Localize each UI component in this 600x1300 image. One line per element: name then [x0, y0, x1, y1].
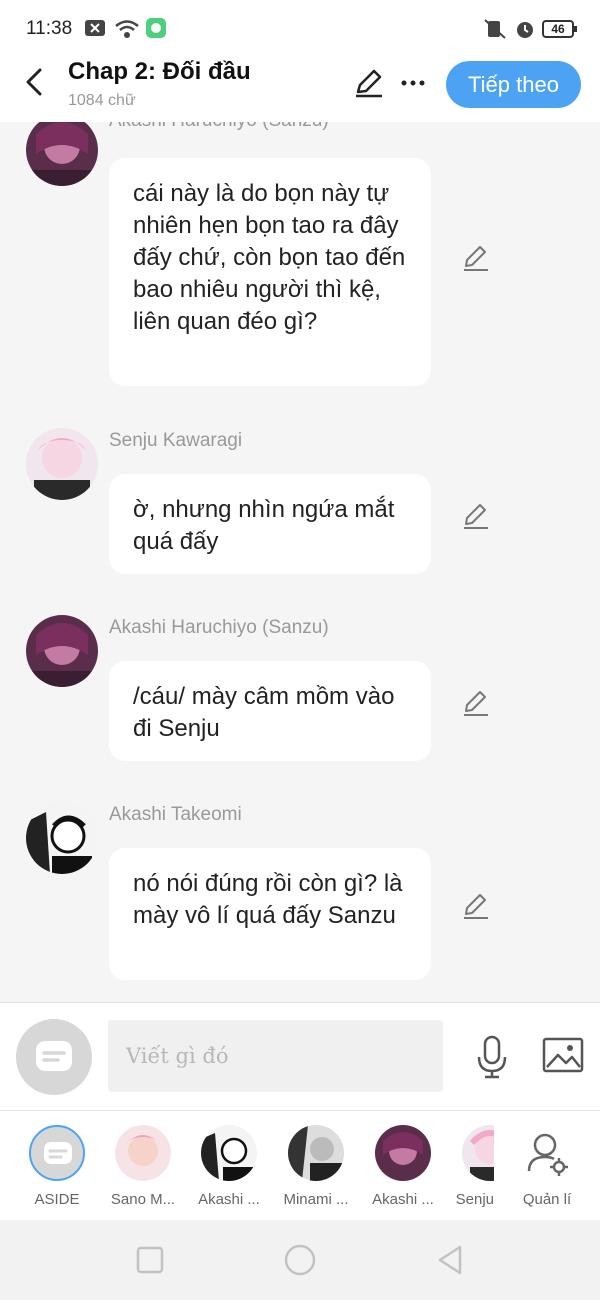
- wifi-icon: [114, 18, 140, 45]
- character-label: Senju: [455, 1191, 494, 1208]
- message-list[interactable]: Akashi Haruchiyo (Sanzu) cái này là do b…: [0, 122, 600, 1002]
- pencil-icon: [464, 894, 488, 919]
- character-minami[interactable]: Minami ...: [274, 1123, 358, 1213]
- aside-toggle-button[interactable]: [16, 1019, 92, 1095]
- avatar: [201, 1125, 257, 1181]
- message-bubble-icon: [36, 1041, 72, 1071]
- system-nav-bar: [0, 1220, 600, 1300]
- microphone-icon: [477, 1035, 507, 1079]
- character-akashi-takeomi[interactable]: Akashi ...: [187, 1123, 271, 1213]
- character-label: Akashi ...: [372, 1191, 434, 1208]
- word-count: 1084 chữ: [68, 92, 136, 109]
- more-dots-icon: [401, 80, 425, 86]
- pencil-icon: [464, 691, 488, 716]
- chapter-title: Chap 2: Đối đầu: [68, 58, 251, 85]
- message-bubble[interactable]: cái này là do bọn này tự nhiên hẹn bọn t…: [109, 158, 431, 386]
- character-label: Sano M...: [110, 1191, 176, 1208]
- message-bubble-icon: [44, 1142, 72, 1164]
- character-label: ASIDE: [34, 1191, 80, 1208]
- manage-user-icon: [519, 1125, 575, 1181]
- next-button[interactable]: Tiếp theo: [446, 61, 581, 108]
- sender-name: Akashi Takeomi: [109, 804, 242, 825]
- composer-bar: [0, 1002, 600, 1110]
- back-nav-button[interactable]: [432, 1242, 468, 1278]
- more-options-button[interactable]: [398, 68, 428, 98]
- edit-message-button[interactable]: [462, 892, 490, 920]
- manage-characters-button[interactable]: Quản lí: [505, 1123, 589, 1213]
- character-akashi-haruchiyo[interactable]: Akashi ...: [361, 1123, 445, 1213]
- recent-apps-button[interactable]: [132, 1242, 168, 1278]
- alarm-icon: [514, 18, 536, 45]
- pencil-icon: [356, 69, 382, 98]
- character-label: Quản lí: [522, 1191, 572, 1208]
- character-aside[interactable]: ASIDE: [15, 1123, 99, 1213]
- avatar: [462, 1125, 494, 1181]
- message-bubble[interactable]: /cáu/ mày câm mồm vào đi Senju: [109, 661, 431, 761]
- sender-name: Akashi Haruchiyo (Sanzu): [109, 617, 329, 638]
- back-button[interactable]: [18, 64, 50, 100]
- circle-icon: [284, 1244, 316, 1276]
- edit-message-button[interactable]: [462, 244, 490, 272]
- avatar[interactable]: [26, 122, 98, 186]
- character-senju[interactable]: Senju: [448, 1123, 494, 1213]
- square-icon: [136, 1246, 164, 1274]
- character-sano[interactable]: Sano M...: [101, 1123, 185, 1213]
- app-status-icon: [146, 18, 166, 43]
- mute-icon: [482, 18, 508, 45]
- back-arrow-icon: [26, 68, 42, 96]
- battery-indicator: 46: [542, 20, 577, 38]
- character-strip: ASIDE Sano M... Akashi ... Minami ... Ak…: [0, 1110, 600, 1220]
- pencil-icon: [464, 504, 488, 529]
- message-bubble[interactable]: ờ, nhưng nhìn ngứa mắt quá đấy: [109, 474, 431, 574]
- chapter-header: Chap 2: Đối đầu 1084 chữ Tiếp theo: [0, 56, 600, 122]
- edit-chapter-button[interactable]: [354, 68, 384, 98]
- avatar: [115, 1125, 171, 1181]
- avatar[interactable]: [26, 428, 98, 500]
- pencil-icon: [464, 246, 488, 271]
- edit-message-button[interactable]: [462, 689, 490, 717]
- status-bar: 11:38 46: [0, 0, 600, 56]
- aside-avatar: [29, 1125, 85, 1181]
- sender-name: Akashi Haruchiyo (Sanzu): [109, 122, 329, 132]
- avatar: [288, 1125, 344, 1181]
- avatar: [375, 1125, 431, 1181]
- insert-image-button[interactable]: [542, 1037, 584, 1075]
- message-input[interactable]: [108, 1020, 443, 1092]
- avatar[interactable]: [26, 802, 98, 874]
- character-label: Akashi ...: [198, 1191, 260, 1208]
- home-button[interactable]: [282, 1242, 318, 1278]
- sender-name: Senju Kawaragi: [109, 430, 243, 451]
- edit-message-button[interactable]: [462, 502, 490, 530]
- character-label: Minami ...: [283, 1191, 349, 1208]
- microphone-button[interactable]: [474, 1035, 510, 1079]
- avatar[interactable]: [26, 615, 98, 687]
- status-time: 11:38: [26, 18, 73, 39]
- image-icon: [542, 1037, 584, 1073]
- notification-icon: [84, 18, 106, 43]
- triangle-back-icon: [438, 1245, 462, 1275]
- message-bubble[interactable]: nó nói đúng rồi còn gì? là mày vô lí quá…: [109, 848, 431, 980]
